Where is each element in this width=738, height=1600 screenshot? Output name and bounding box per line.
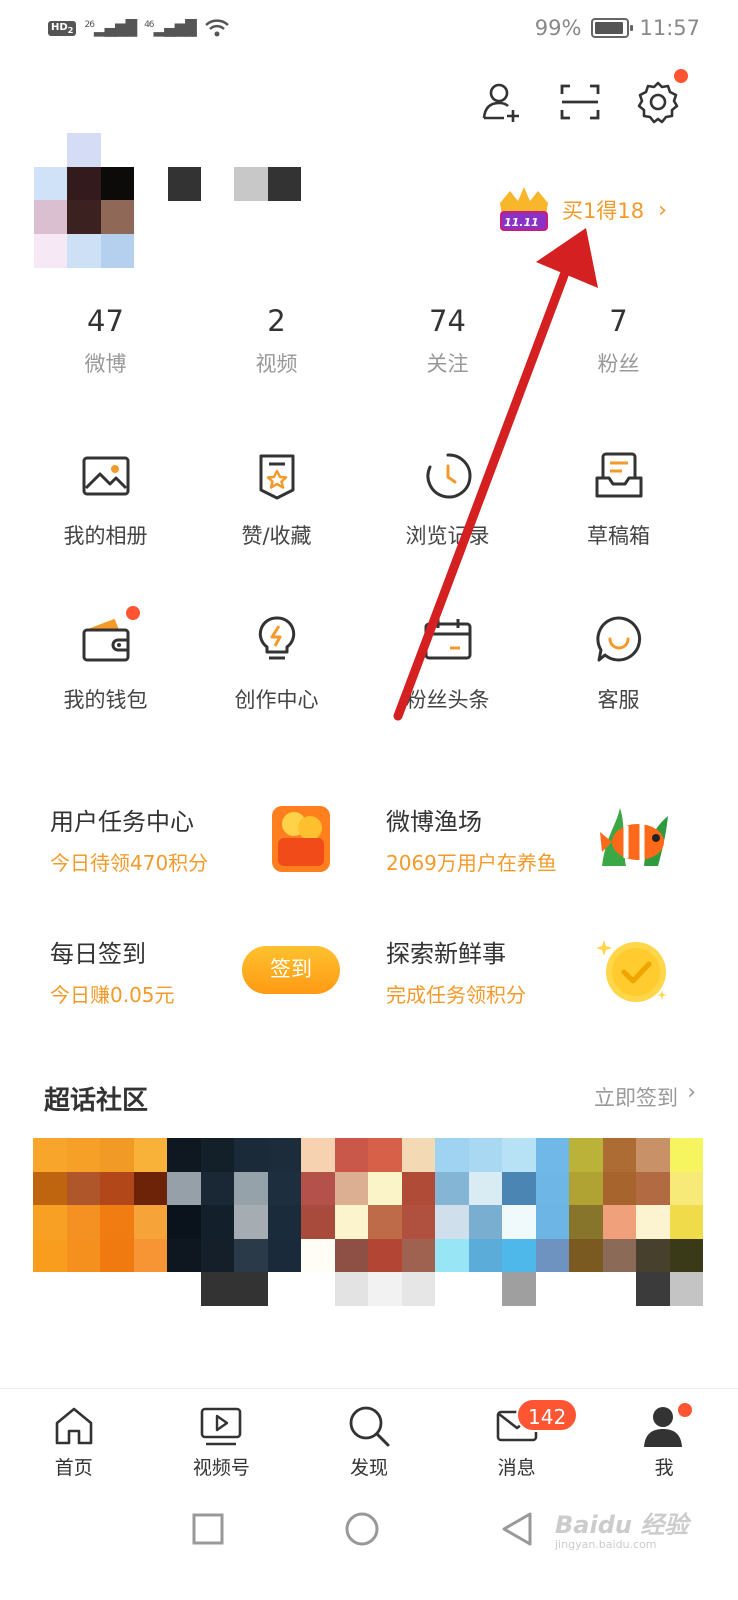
tab-discover[interactable]: 发现 bbox=[295, 1389, 443, 1488]
coin-check-icon bbox=[596, 940, 667, 1002]
scan-icon bbox=[560, 84, 600, 120]
add-friend-button[interactable] bbox=[478, 78, 526, 126]
username-mask-2 bbox=[234, 167, 268, 201]
bulb-icon bbox=[258, 616, 295, 660]
tab-home[interactable]: 首页 bbox=[0, 1389, 148, 1488]
menu-customer-service[interactable]: 客服 bbox=[533, 612, 704, 714]
menu-fans-label: 粉丝头条 bbox=[405, 688, 490, 712]
battery-percent: 99% bbox=[534, 16, 582, 40]
tab-video[interactable]: 视频号 bbox=[148, 1389, 296, 1488]
battery-icon bbox=[591, 18, 634, 38]
home-icon bbox=[55, 1407, 93, 1445]
home-nav-button[interactable] bbox=[342, 1509, 382, 1549]
settings-notification-dot bbox=[674, 69, 688, 83]
stat-weibo[interactable]: 47 微博 bbox=[20, 300, 191, 378]
tab-video-label: 视频号 bbox=[192, 1457, 250, 1479]
menu-favorites[interactable]: 赞/收藏 bbox=[191, 448, 362, 550]
chevron-right-icon: › bbox=[687, 1080, 696, 1105]
chevron-right-icon: › bbox=[658, 197, 667, 223]
coin-bag-icon bbox=[272, 806, 330, 872]
add-user-icon bbox=[482, 83, 519, 122]
wallet-icon bbox=[82, 619, 129, 662]
gear-icon bbox=[637, 81, 679, 124]
promo-link[interactable]: 11.11 买1得18 › bbox=[494, 180, 694, 240]
super-topic-title: 超话社区 bbox=[44, 1086, 149, 1116]
crown-1111-icon: 11.11 bbox=[494, 183, 554, 237]
tab-discover-label: 发现 bbox=[349, 1457, 388, 1479]
tab-home-label: 首页 bbox=[54, 1457, 93, 1479]
username-mask bbox=[168, 167, 201, 201]
stat-following[interactable]: 74 关注 bbox=[362, 300, 533, 378]
stat-fans[interactable]: 7 粉丝 bbox=[533, 300, 704, 378]
menu-creator-center[interactable]: 创作中心 bbox=[191, 612, 362, 714]
menu-history[interactable]: 浏览记录 bbox=[362, 448, 533, 550]
tab-me[interactable]: 我 bbox=[590, 1389, 738, 1488]
wallet-notification-dot bbox=[125, 606, 140, 620]
menu-history-label: 浏览记录 bbox=[405, 524, 490, 548]
menu-wallet-label: 我的钱包 bbox=[63, 688, 148, 712]
circle-icon bbox=[345, 1512, 379, 1546]
scan-button[interactable] bbox=[556, 78, 604, 126]
album-icon bbox=[82, 456, 129, 496]
back-nav-button[interactable] bbox=[498, 1509, 538, 1549]
signal-icon: 26▂▄▆█ bbox=[84, 19, 137, 37]
favorite-icon bbox=[259, 454, 294, 500]
triangle-back-icon bbox=[502, 1512, 532, 1546]
clock: 11:57 bbox=[639, 16, 700, 40]
checkin-button[interactable]: 签到 bbox=[242, 946, 340, 994]
fans-headline-icon bbox=[424, 619, 471, 660]
me-notification-dot bbox=[678, 1403, 693, 1417]
discover-icon bbox=[349, 1406, 390, 1447]
tab-me-label: 我 bbox=[654, 1457, 674, 1479]
super-topic-checkin-link[interactable]: 立即签到 bbox=[594, 1082, 678, 1112]
signal-icon-2: 46▂▄▆█ bbox=[144, 19, 197, 37]
settings-button[interactable] bbox=[634, 78, 682, 126]
menu-service-label: 客服 bbox=[597, 688, 640, 712]
menu-album-label: 我的相册 bbox=[63, 524, 148, 548]
service-icon bbox=[595, 616, 641, 662]
menu-row-2: 我的钱包 创作中心 粉丝头条 客服 bbox=[20, 606, 704, 714]
super-topic-banner[interactable] bbox=[33, 1138, 703, 1306]
menu-drafts[interactable]: 草稿箱 bbox=[533, 448, 704, 550]
menu-drafts-label: 草稿箱 bbox=[587, 524, 650, 548]
avatar[interactable] bbox=[34, 133, 134, 268]
menu-favorites-label: 赞/收藏 bbox=[241, 524, 312, 548]
watermark: Baidu 经验 jingyan.baidu.com bbox=[555, 1511, 689, 1551]
hd-indicator: HD2 bbox=[48, 20, 77, 36]
history-icon bbox=[426, 453, 471, 499]
status-bar: HD2 26▂▄▆█ 46▂▄▆█ 99% 11:57 bbox=[0, 0, 738, 62]
username-mask-3 bbox=[268, 167, 301, 201]
promo-badge-text: 11.11 bbox=[504, 216, 539, 229]
stats-row: 47 微博 2 视频 74 关注 7 粉丝 bbox=[0, 300, 738, 378]
menu-row-1: 我的相册 赞/收藏 浏览记录 草稿箱 bbox=[20, 448, 704, 550]
menu-creator-label: 创作中心 bbox=[234, 688, 319, 712]
bottom-tab-bar: 首页 视频号 发现 消息 我 bbox=[0, 1388, 738, 1488]
square-icon bbox=[192, 1513, 224, 1545]
menu-album[interactable]: 我的相册 bbox=[20, 448, 191, 550]
video-icon bbox=[201, 1407, 242, 1446]
clownfish-icon bbox=[600, 808, 668, 866]
wifi-icon bbox=[204, 19, 229, 37]
message-count-badge: 142 bbox=[516, 1398, 579, 1432]
menu-fans-headline[interactable]: 粉丝头条 bbox=[362, 612, 533, 714]
recent-apps-button[interactable] bbox=[188, 1509, 228, 1549]
stat-video[interactable]: 2 视频 bbox=[191, 300, 362, 378]
drafts-icon bbox=[595, 452, 642, 498]
tab-messages-label: 消息 bbox=[497, 1457, 536, 1479]
promo-text: 买1得18 bbox=[562, 199, 645, 223]
menu-wallet[interactable]: 我的钱包 bbox=[20, 606, 191, 714]
